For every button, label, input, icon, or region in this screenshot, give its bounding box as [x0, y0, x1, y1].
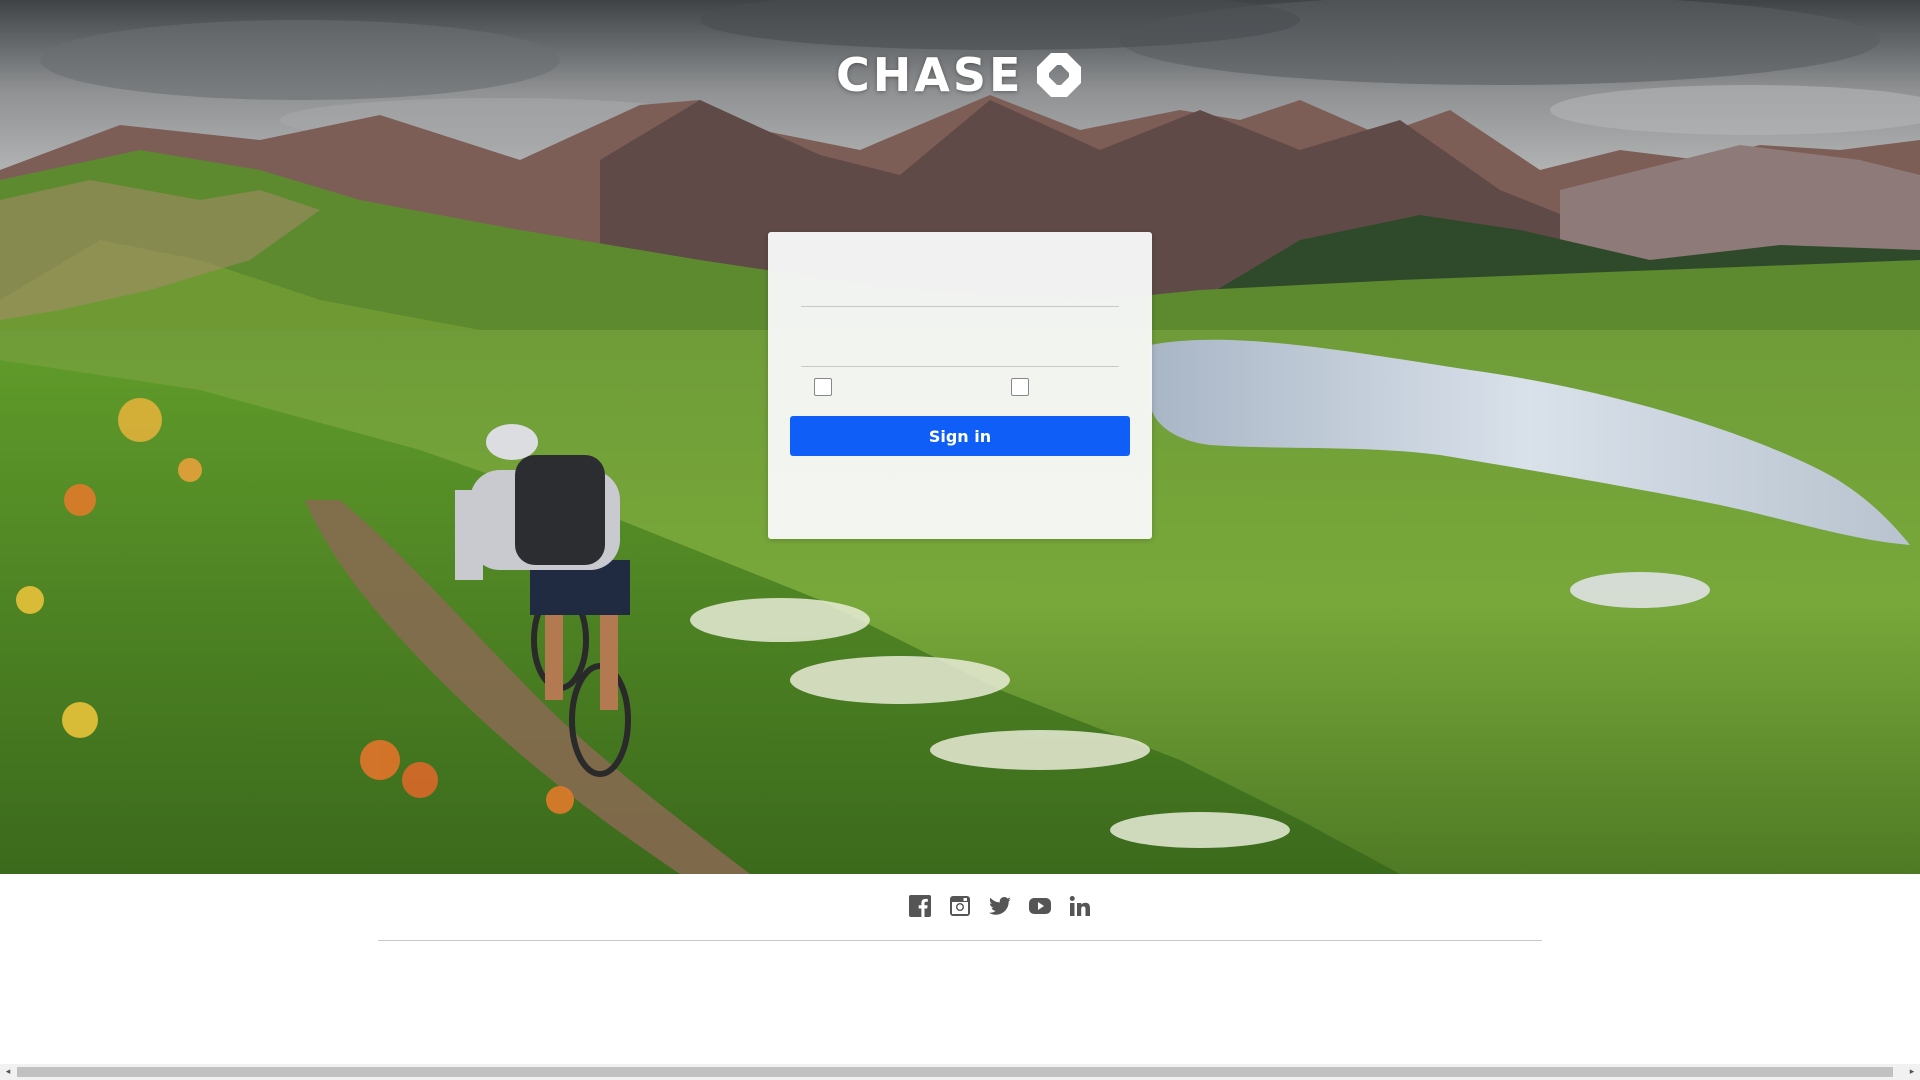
scroll-right-icon[interactable]: ▸ [1907, 1067, 1917, 1077]
instagram-icon[interactable] [948, 894, 972, 918]
footer-divider [378, 940, 1542, 941]
chase-octagon-icon [1037, 53, 1082, 97]
remember-me-checkbox[interactable] [814, 378, 832, 396]
chase-logo[interactable]: CHASE [836, 50, 1083, 100]
login-page: CHASE Sign in ◂ ▸ [0, 0, 1920, 1080]
footer [0, 874, 1920, 1065]
linkedin-icon[interactable] [1068, 894, 1092, 918]
twitter-icon[interactable] [988, 894, 1012, 918]
password-input[interactable] [801, 322, 1119, 367]
sign-in-button[interactable]: Sign in [790, 416, 1130, 456]
social-links [908, 894, 1092, 918]
use-token-checkbox[interactable] [1011, 378, 1029, 396]
scroll-left-icon[interactable]: ◂ [3, 1067, 13, 1077]
username-input[interactable] [801, 262, 1119, 307]
login-card: Sign in [768, 232, 1152, 539]
facebook-icon[interactable] [908, 894, 932, 918]
scrollbar-thumb[interactable] [17, 1067, 1893, 1077]
brand-wordmark: CHASE [836, 48, 1024, 102]
hero-background: CHASE Sign in [0, 0, 1920, 874]
youtube-icon[interactable] [1028, 894, 1052, 918]
horizontal-scrollbar[interactable]: ◂ ▸ [0, 1064, 1920, 1080]
